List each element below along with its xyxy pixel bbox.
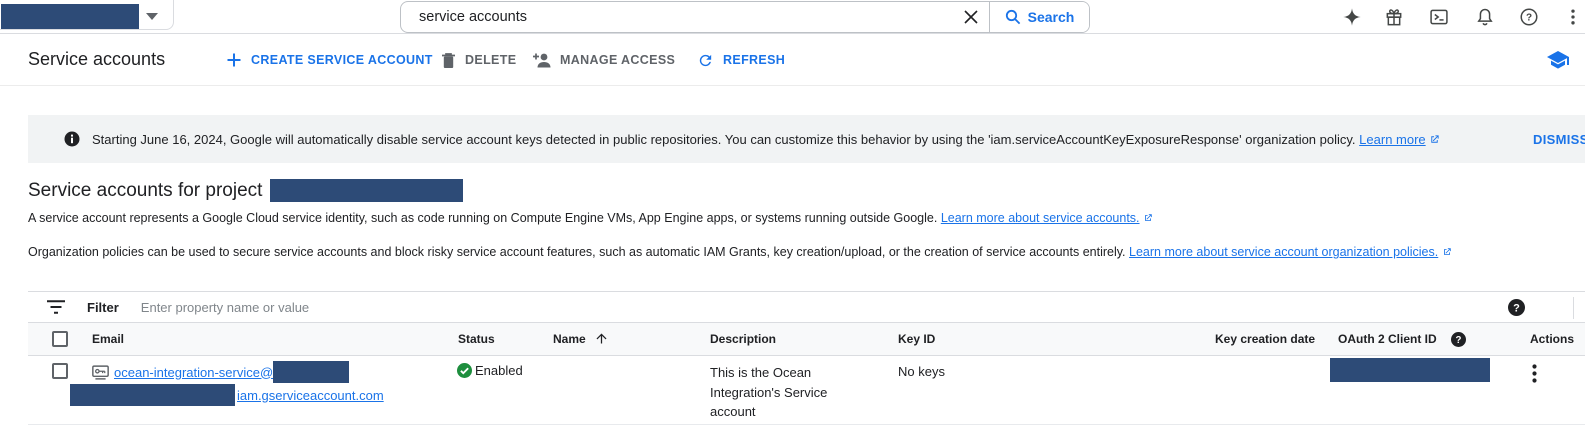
row-actions-button[interactable] <box>1522 363 1546 387</box>
gift-icon[interactable] <box>1384 7 1404 27</box>
delete-button[interactable]: DELETE <box>441 34 516 86</box>
banner-dismiss-button[interactable]: DISMISS <box>1533 132 1585 147</box>
gcp-console-service-accounts: Search ? Service accounts CREATE SERVICE… <box>0 0 1585 431</box>
banner-message: Starting June 16, 2024, Google will auto… <box>92 132 1440 147</box>
help-icon[interactable]: ? <box>1519 7 1539 27</box>
search-button-label: Search <box>1028 9 1075 25</box>
external-link-icon <box>1143 213 1153 223</box>
page-title: Service accounts <box>28 49 165 70</box>
section-heading-row: Service accounts for project <box>28 179 463 202</box>
create-service-account-button[interactable]: CREATE SERVICE ACCOUNT <box>226 34 433 86</box>
person-add-icon <box>531 52 551 68</box>
gemini-sparkle-icon[interactable] <box>1342 7 1362 27</box>
table-header-row: Email Status Name Description Key ID Key… <box>28 323 1585 356</box>
delete-label: DELETE <box>465 53 516 67</box>
info-icon <box>64 131 80 147</box>
org-policy-text: Organization policies can be used to sec… <box>28 245 1126 259</box>
status-enabled-icon <box>457 363 472 378</box>
intro-text: A service account represents a Google Cl… <box>28 211 937 225</box>
create-service-account-label: CREATE SERVICE ACCOUNT <box>251 53 433 67</box>
key-id-cell: No keys <box>898 364 945 379</box>
description-cell: This is the Ocean Integration's Service … <box>710 363 845 422</box>
oauth2-help-icon[interactable]: ? <box>1451 332 1466 347</box>
refresh-icon <box>697 52 714 69</box>
page-toolbar: Service accounts CREATE SERVICE ACCOUNT … <box>0 34 1585 86</box>
filter-label: Filter <box>87 300 119 315</box>
filter-help-icon[interactable]: ? <box>1508 299 1525 316</box>
service-account-email-link[interactable]: ocean-integration-service@ <box>114 365 273 380</box>
more-options-icon[interactable] <box>1566 7 1580 27</box>
more-vertical-icon <box>1532 364 1537 383</box>
redacted-project-name <box>1 4 139 29</box>
search-icon <box>1005 9 1021 25</box>
svg-text:?: ? <box>1513 303 1520 315</box>
section-heading: Service accounts for project <box>28 180 262 202</box>
clear-search-button[interactable] <box>953 2 989 32</box>
close-icon <box>964 10 978 24</box>
column-header-actions: Actions <box>1530 332 1574 346</box>
top-app-bar: Search ? <box>0 0 1585 34</box>
redacted-oauth2-client-id <box>1330 358 1490 382</box>
banner-message-text: Starting June 16, 2024, Google will auto… <box>92 132 1356 147</box>
external-link-icon <box>1442 247 1452 257</box>
email-cell-line2: iam.gserviceaccount.com <box>70 384 384 406</box>
status-text: Enabled <box>475 363 523 378</box>
search-bar: Search <box>400 1 1090 33</box>
search-input[interactable] <box>401 9 953 25</box>
column-header-oauth2-client-id[interactable]: OAuth 2 Client ID <box>1338 332 1437 346</box>
redacted-project-id <box>270 179 463 202</box>
svg-text:?: ? <box>1456 335 1462 346</box>
refresh-button[interactable]: REFRESH <box>697 34 785 86</box>
banner-learn-more-link[interactable]: Learn more <box>1359 132 1425 147</box>
manage-access-label: MANAGE ACCESS <box>560 53 675 67</box>
cloud-shell-icon[interactable] <box>1429 7 1449 27</box>
redacted-email-part <box>70 384 235 406</box>
status-cell: Enabled <box>457 363 523 378</box>
filter-bar-divider <box>1573 297 1574 319</box>
info-banner: Starting June 16, 2024, Google will auto… <box>28 115 1585 163</box>
filter-icon <box>47 300 65 314</box>
org-policy-paragraph: Organization policies can be used to sec… <box>28 245 1452 259</box>
column-header-key-creation-date[interactable]: Key creation date <box>1215 332 1315 346</box>
trash-icon <box>441 52 456 69</box>
learn-more-service-accounts-link[interactable]: Learn more about service accounts. <box>941 211 1140 225</box>
learn-more-org-policies-link[interactable]: Learn more about service account organiz… <box>1129 245 1438 259</box>
filter-input[interactable] <box>141 300 1241 315</box>
redacted-email-part <box>273 361 349 383</box>
column-header-name[interactable]: Name <box>553 332 586 346</box>
manage-access-button[interactable]: MANAGE ACCESS <box>531 34 675 86</box>
learning-graduation-cap-icon[interactable] <box>1546 50 1570 72</box>
filter-bar: Filter ? <box>28 291 1585 323</box>
intro-paragraph: A service account represents a Google Cl… <box>28 211 1153 225</box>
project-selector[interactable] <box>0 0 174 30</box>
table-row: ocean-integration-service@ iam.gservicea… <box>28 356 1585 425</box>
refresh-label: REFRESH <box>723 53 785 67</box>
chevron-down-icon <box>146 13 158 20</box>
notifications-icon[interactable] <box>1475 7 1495 27</box>
select-all-checkbox[interactable] <box>52 331 68 347</box>
svg-text:?: ? <box>1526 13 1532 24</box>
external-link-icon <box>1429 134 1440 145</box>
column-header-status[interactable]: Status <box>458 332 495 346</box>
column-header-email[interactable]: Email <box>92 332 124 346</box>
service-account-icon <box>92 365 109 380</box>
search-button[interactable]: Search <box>989 2 1089 32</box>
service-account-email-domain[interactable]: iam.gserviceaccount.com <box>237 388 384 403</box>
email-cell-line1: ocean-integration-service@ <box>92 361 349 383</box>
row-checkbox[interactable] <box>52 363 68 379</box>
sort-ascending-icon[interactable] <box>594 331 609 346</box>
column-header-description[interactable]: Description <box>710 332 776 346</box>
plus-icon <box>226 52 242 68</box>
column-header-key-id[interactable]: Key ID <box>898 332 935 346</box>
